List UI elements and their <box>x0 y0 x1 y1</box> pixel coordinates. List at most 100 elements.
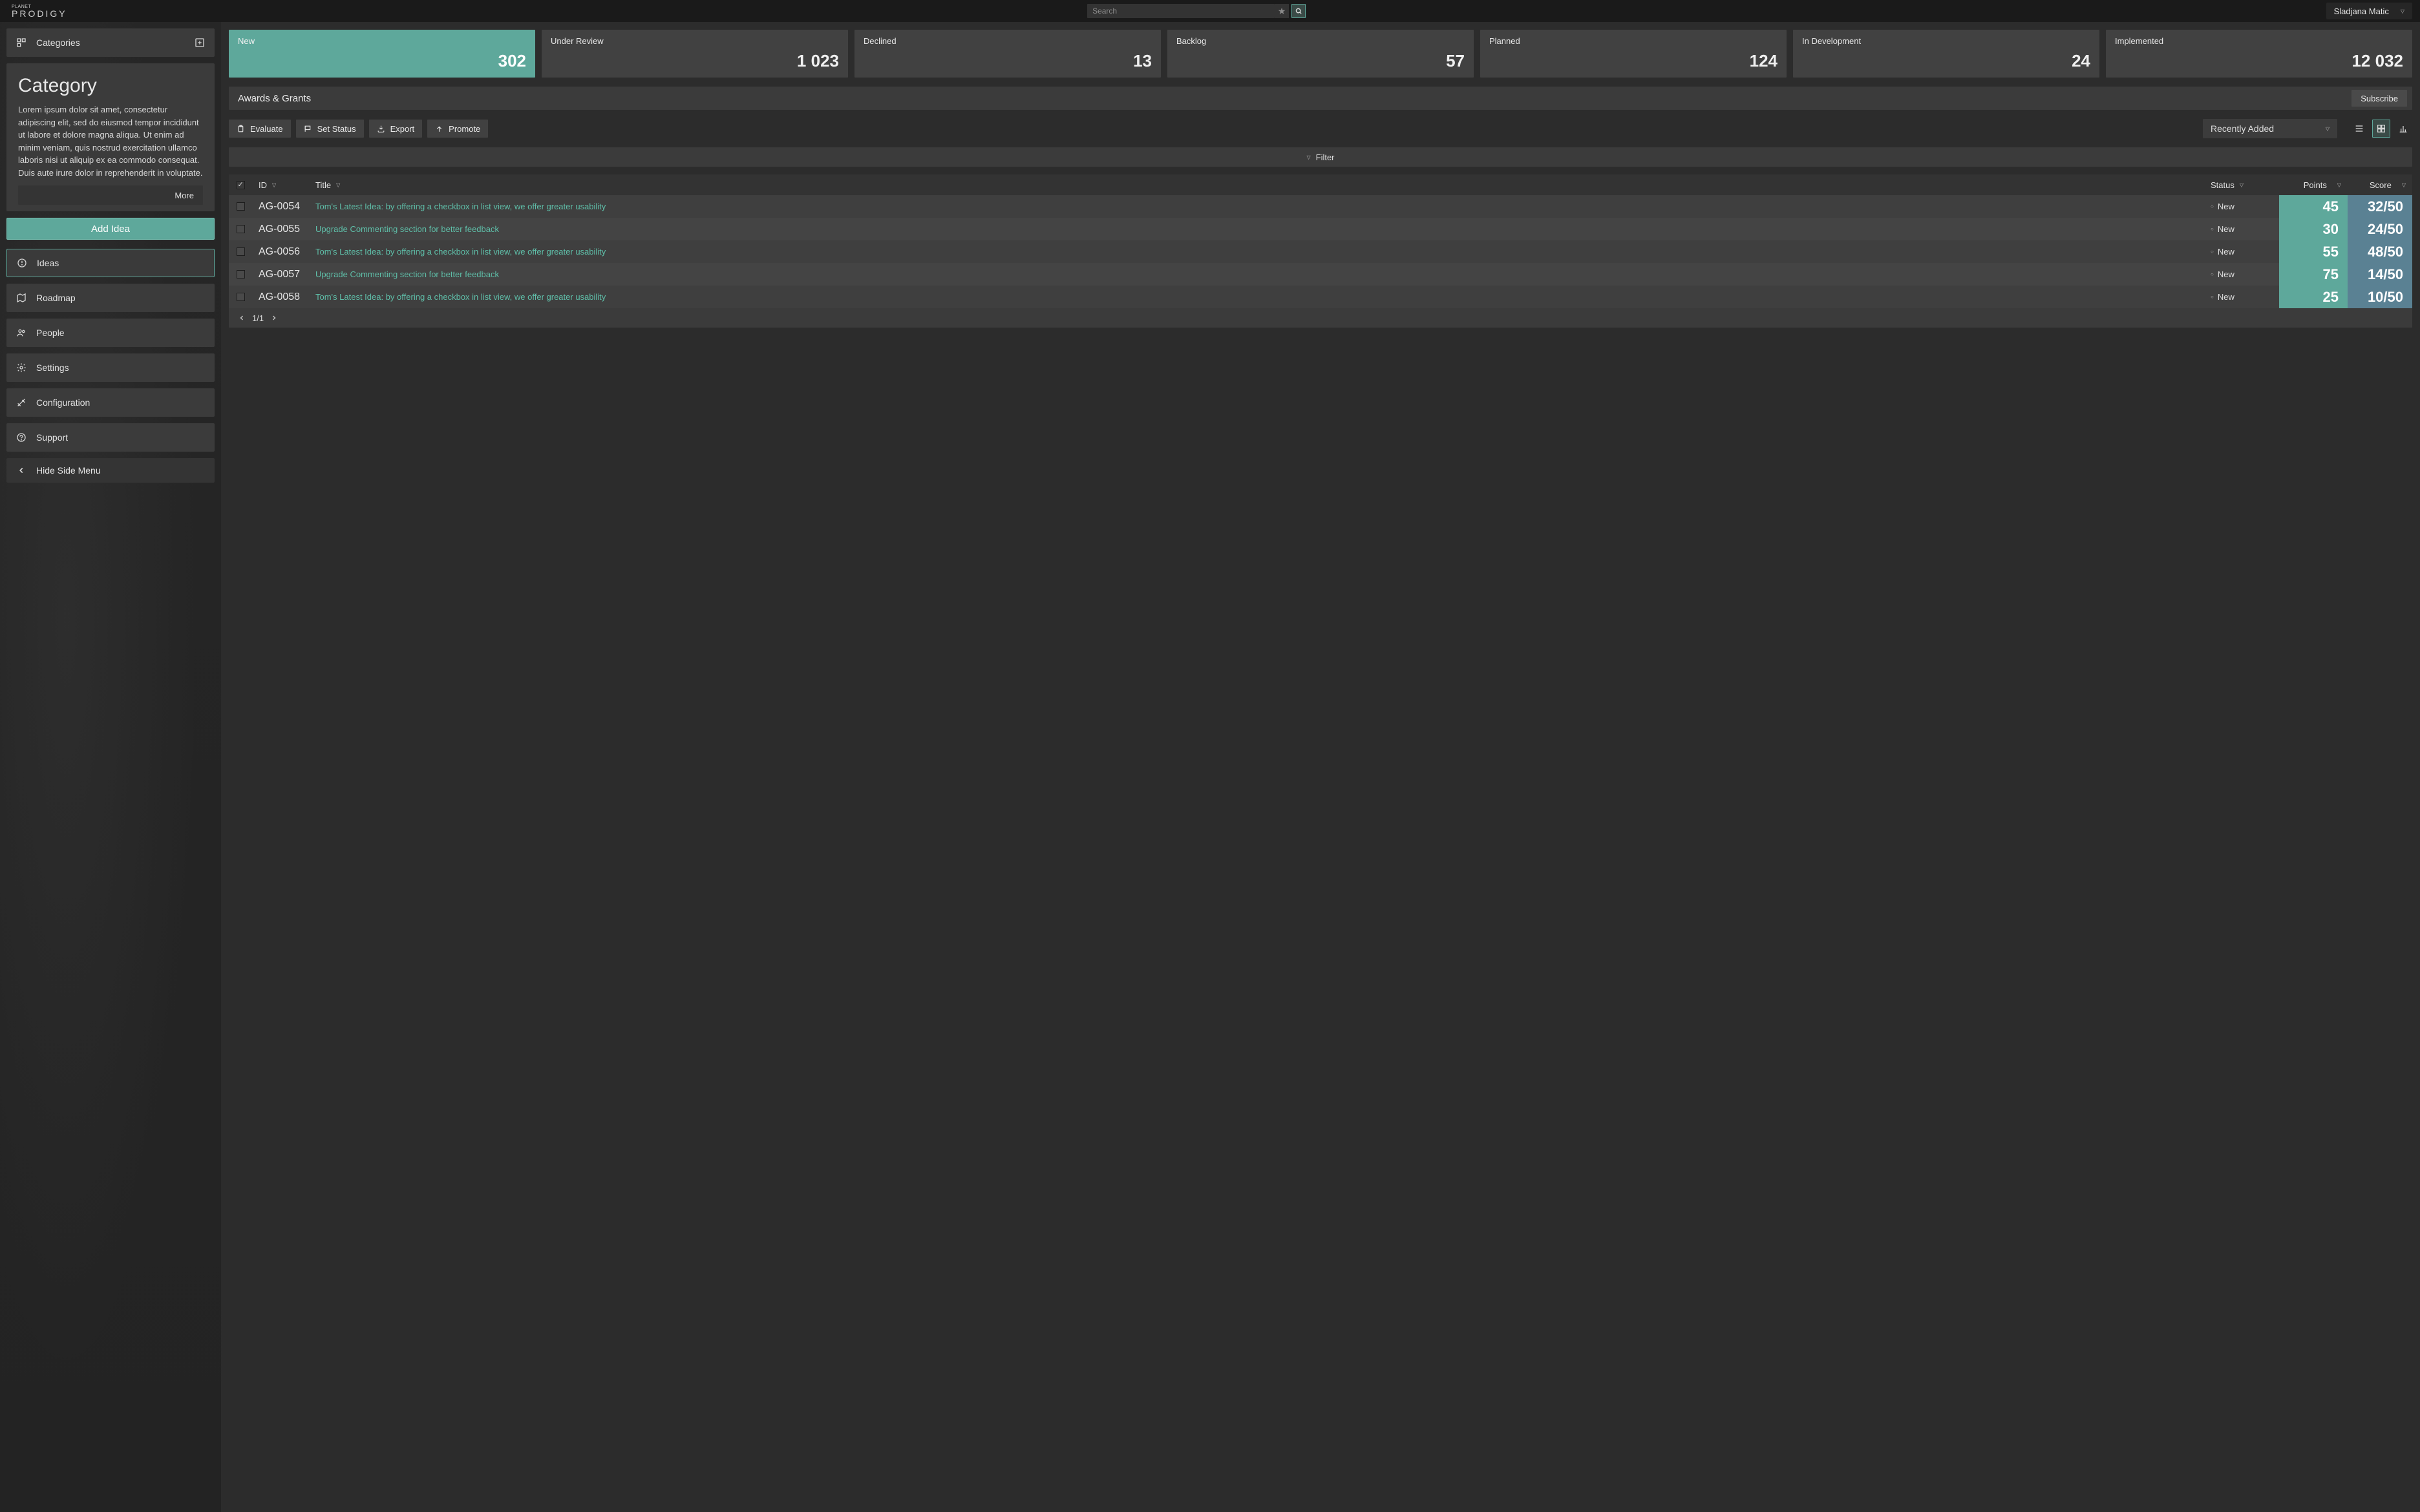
select-all-checkbox[interactable] <box>229 174 252 195</box>
status-card[interactable]: Planned 124 <box>1480 30 1787 78</box>
subscribe-button[interactable]: Subscribe <box>2351 90 2407 107</box>
export-button[interactable]: Export <box>369 120 423 138</box>
row-checkbox[interactable] <box>229 286 252 308</box>
add-idea-button[interactable]: Add Idea <box>6 218 215 240</box>
card-label: Backlog <box>1176 36 1465 46</box>
col-score[interactable]: Score▽ <box>2348 174 2412 195</box>
row-checkbox[interactable] <box>229 263 252 286</box>
table-row: AG-0056Tom's Latest Idea: by offering a … <box>229 240 2412 263</box>
row-score: 14/50 <box>2348 263 2412 286</box>
categories-icon <box>16 37 27 48</box>
row-title[interactable]: Tom's Latest Idea: by offering a checkbo… <box>309 286 2204 308</box>
sidebar-item-roadmap[interactable]: Roadmap <box>6 284 215 312</box>
row-score: 32/50 <box>2348 195 2412 218</box>
grid-view-button[interactable] <box>2372 120 2390 138</box>
set-status-button[interactable]: Set Status <box>296 120 364 138</box>
card-value: 124 <box>1489 51 1778 71</box>
favorite-button[interactable]: ★ <box>1275 4 1289 18</box>
view-toggle <box>2350 120 2412 138</box>
row-checkbox[interactable] <box>229 240 252 263</box>
row-id: AG-0057 <box>252 263 309 286</box>
card-label: Planned <box>1489 36 1778 46</box>
status-card[interactable]: Under Review1 023 <box>542 30 848 78</box>
search-wrap: ★ <box>1087 4 1306 18</box>
row-id: AG-0056 <box>252 240 309 263</box>
category-description: Lorem ipsum dolor sit amet, consectetur … <box>18 103 203 179</box>
row-score: 24/50 <box>2348 218 2412 240</box>
promote-button[interactable]: Promote <box>427 120 488 138</box>
sidebar-item-support[interactable]: Support <box>6 423 215 452</box>
chevron-right-icon <box>270 314 278 322</box>
sidebar-item-ideas[interactable]: Ideas <box>6 249 215 277</box>
status-card[interactable]: In Development24 <box>1793 30 2099 78</box>
row-status: ○New <box>2204 195 2279 218</box>
promote-label: Promote <box>449 124 480 134</box>
set-status-label: Set Status <box>317 124 356 134</box>
table-row: AG-0055Upgrade Commenting section for be… <box>229 218 2412 240</box>
status-card[interactable]: Backlog57 <box>1167 30 1474 78</box>
category-more-button[interactable]: More <box>18 185 203 205</box>
grid-icon <box>2376 123 2386 134</box>
row-title[interactable]: Tom's Latest Idea: by offering a checkbo… <box>309 240 2204 263</box>
search-input[interactable] <box>1087 4 1275 18</box>
chevron-down-icon: ▽ <box>2326 126 2330 132</box>
row-title[interactable]: Upgrade Commenting section for better fe… <box>309 218 2204 240</box>
sort-dropdown[interactable]: Recently Added ▽ <box>2203 119 2337 138</box>
row-checkbox[interactable] <box>229 195 252 218</box>
status-card[interactable]: New 302 <box>229 30 535 78</box>
card-label: Implemented <box>2115 36 2403 46</box>
search-icon <box>1295 8 1302 15</box>
sidebar-item-label: Roadmap <box>36 293 76 303</box>
sidebar-item-categories[interactable]: Categories <box>6 28 215 57</box>
row-points: 75 <box>2279 263 2348 286</box>
sort-icon: ▽ <box>2240 182 2244 188</box>
row-points: 25 <box>2279 286 2348 308</box>
row-id: AG-0058 <box>252 286 309 308</box>
status-card[interactable]: Declined13 <box>854 30 1161 78</box>
card-label: Under Review <box>551 36 839 46</box>
next-page-button[interactable] <box>270 314 278 322</box>
sort-icon: ▽ <box>336 182 340 188</box>
row-points: 45 <box>2279 195 2348 218</box>
col-title[interactable]: Title▽ <box>309 174 2204 195</box>
export-label: Export <box>390 124 415 134</box>
card-label: New <box>238 36 526 46</box>
logo: PLANET PRODIGY <box>12 5 67 18</box>
col-points[interactable]: Points▽ <box>2279 174 2348 195</box>
col-status[interactable]: Status▽ <box>2204 174 2279 195</box>
row-points: 55 <box>2279 240 2348 263</box>
sidebar-item-people[interactable]: People <box>6 319 215 347</box>
plus-square-icon <box>195 37 205 48</box>
support-icon <box>16 432 27 443</box>
prev-page-button[interactable] <box>238 314 246 322</box>
chevron-down-icon: ▽ <box>2401 8 2404 14</box>
card-value: 302 <box>238 51 526 71</box>
user-menu[interactable]: Sladjana Matic ▽ <box>2326 3 2412 19</box>
sidebar-item-settings[interactable]: Settings <box>6 353 215 382</box>
category-title: Category <box>18 75 203 97</box>
list-view-button[interactable] <box>2350 120 2368 138</box>
clipboard-icon <box>237 125 245 133</box>
search-button[interactable] <box>1291 4 1306 18</box>
chevron-left-icon <box>16 466 27 475</box>
hide-sidebar-button[interactable]: Hide Side Menu <box>6 458 215 483</box>
sort-icon: ▽ <box>2337 182 2341 188</box>
chart-view-button[interactable] <box>2394 120 2412 138</box>
filter-label: Filter <box>1316 152 1335 162</box>
sidebar-item-configuration[interactable]: Configuration <box>6 388 215 417</box>
evaluate-button[interactable]: Evaluate <box>229 120 291 138</box>
filter-bar[interactable]: ▽ Filter <box>229 147 2412 167</box>
chevron-down-icon: ▽ <box>1306 154 1310 160</box>
row-title[interactable]: Tom's Latest Idea: by offering a checkbo… <box>309 195 2204 218</box>
col-id[interactable]: ID▽ <box>252 174 309 195</box>
people-icon <box>16 328 27 338</box>
hide-sidebar-label: Hide Side Menu <box>36 465 101 476</box>
add-category-button[interactable] <box>194 37 206 48</box>
roadmap-icon <box>16 293 27 303</box>
logo-big: PRODIGY <box>12 9 67 18</box>
row-title[interactable]: Upgrade Commenting section for better fe… <box>309 263 2204 286</box>
row-checkbox[interactable] <box>229 218 252 240</box>
category-card: Category Lorem ipsum dolor sit amet, con… <box>6 63 215 211</box>
status-card[interactable]: Implemented12 032 <box>2106 30 2412 78</box>
row-id: AG-0055 <box>252 218 309 240</box>
